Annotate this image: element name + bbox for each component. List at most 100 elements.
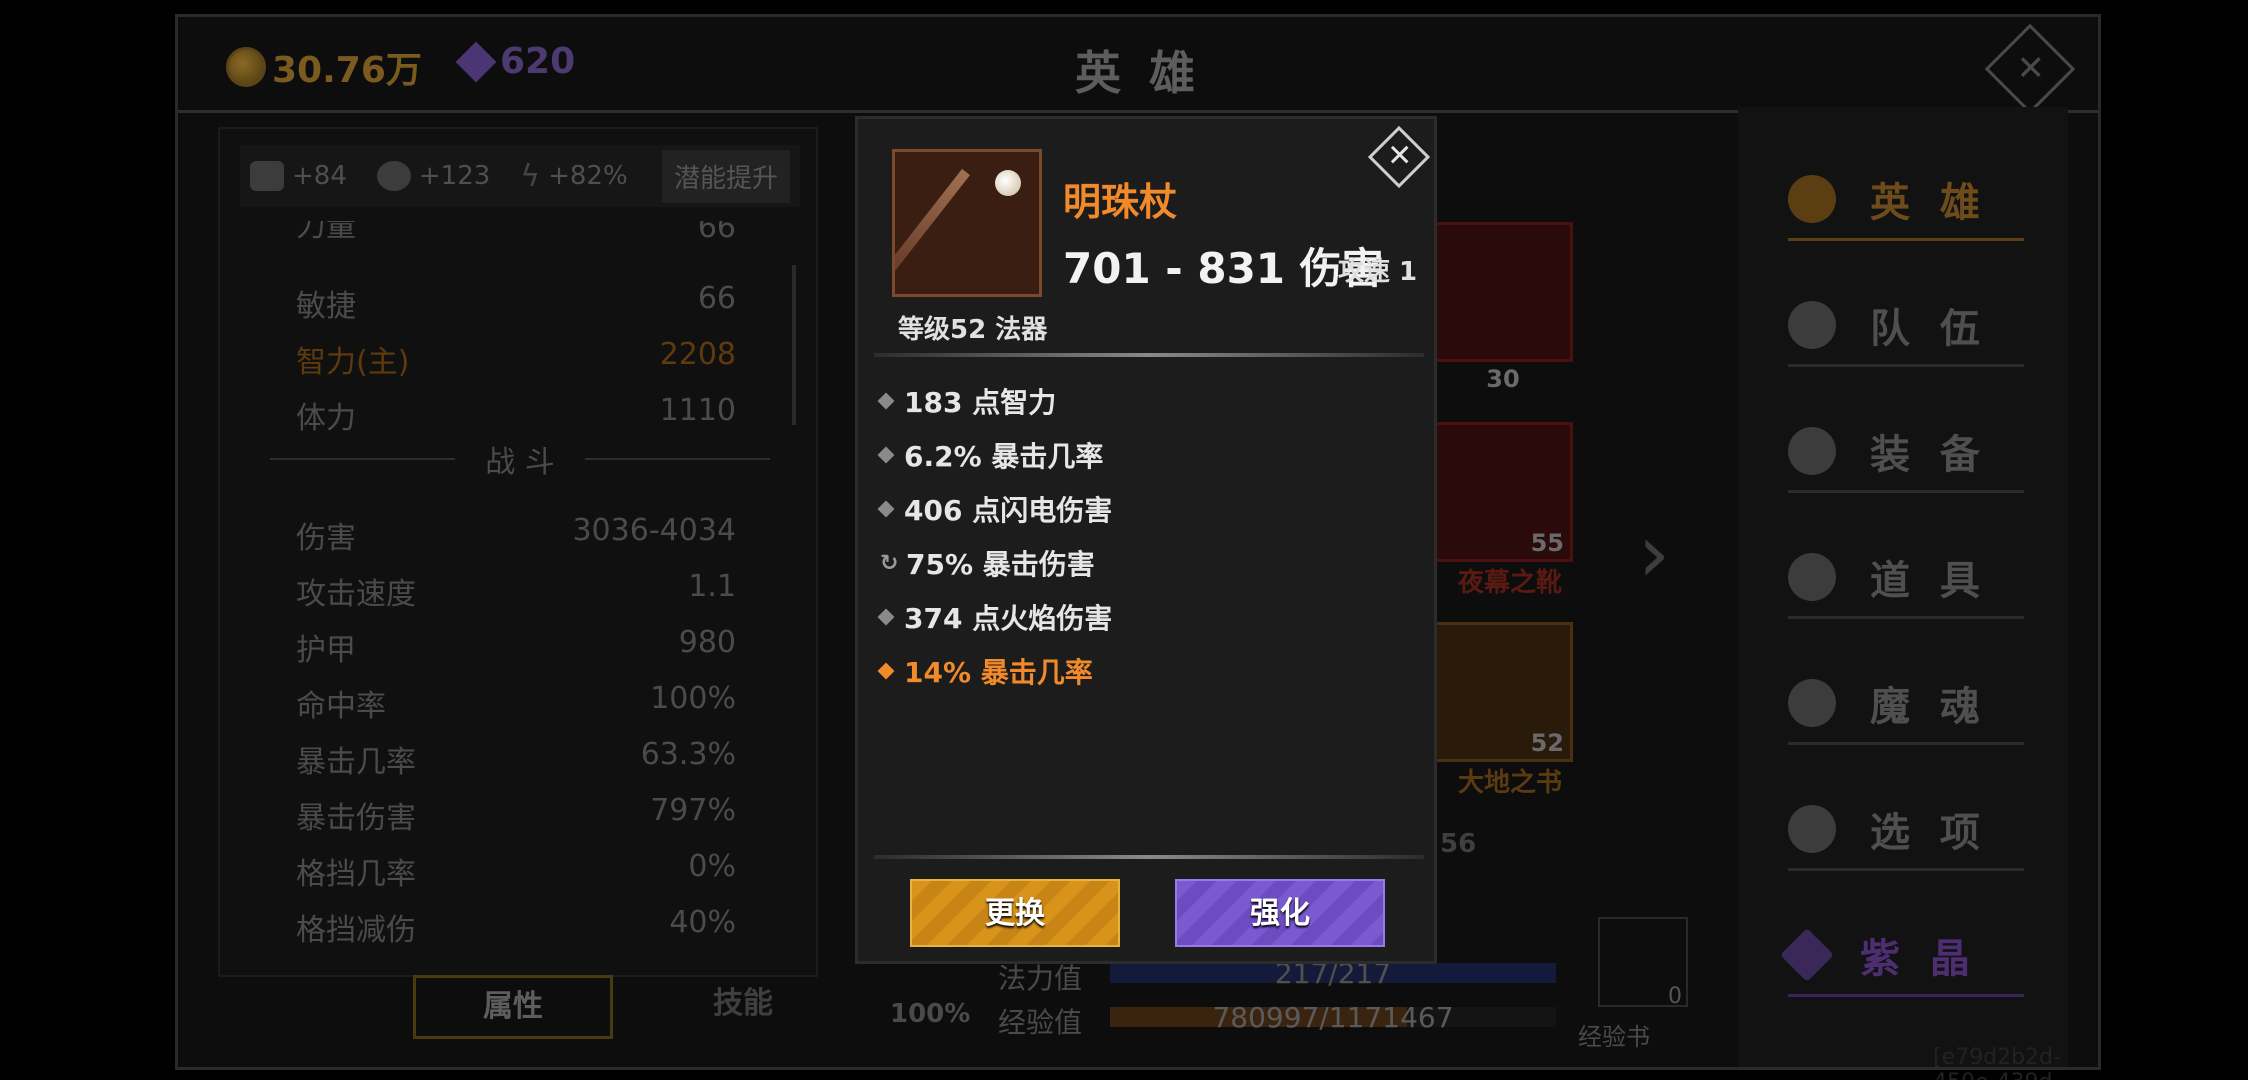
bag-icon xyxy=(1788,553,1836,601)
stat-label: 暴击伤害 xyxy=(296,801,416,836)
strength-arm-icon xyxy=(250,161,284,191)
boots-level: 55 xyxy=(1530,529,1564,557)
stat-value: 66 xyxy=(697,281,736,316)
stat-row-armor: 护甲 980 xyxy=(296,625,736,669)
heart-icon xyxy=(376,161,411,191)
stat-value: 66 xyxy=(697,221,736,245)
stat-value: 63.3% xyxy=(640,737,736,772)
boots-name: 夜幕之靴 xyxy=(1458,568,1563,598)
affix-row: 183 点智力 xyxy=(877,381,1057,421)
nav-label: 队 伍 xyxy=(1870,306,1988,352)
stat-value: 980 xyxy=(678,625,736,660)
gear-icon xyxy=(1788,805,1836,853)
affix-text: 75% 暴击伤害 xyxy=(906,548,1095,581)
swap-button[interactable]: 更换 xyxy=(910,879,1120,947)
boots-slot[interactable]: 55 xyxy=(1433,422,1573,562)
item-level-type: 等级52 法器 xyxy=(898,315,1048,345)
nav-item-amethyst[interactable]: 紫 晶 xyxy=(1780,925,2024,997)
item-attack-speed: 攻速 1 xyxy=(1338,257,1418,287)
speed-bonus: +82% xyxy=(548,161,628,191)
potion-percent: 100% xyxy=(890,999,971,1029)
stat-label: 伤害 xyxy=(296,521,356,556)
flag-icon xyxy=(1788,301,1836,349)
exp-book-slot[interactable]: 0 xyxy=(1598,917,1688,1009)
affix-text: 406 点闪电伤害 xyxy=(904,494,1113,527)
stat-row-block-chance: 格挡几率 0% xyxy=(296,849,736,893)
tab-attributes[interactable]: 属性 xyxy=(413,975,613,1039)
stat-row-damage: 伤害 3036-4034 xyxy=(296,513,736,557)
diamond-bullet-icon xyxy=(877,392,895,410)
book-level: 52 xyxy=(1530,729,1564,757)
flame-icon xyxy=(1788,679,1836,727)
stat-row-agility: 敏捷 66 xyxy=(296,281,736,325)
stat-label: 智力(主) xyxy=(296,345,410,380)
upgrade-button[interactable]: 强化 xyxy=(1175,879,1385,947)
nav-item-options[interactable]: 选 项 xyxy=(1788,799,2024,871)
stat-row-attack-speed: 攻击速度 1.1 xyxy=(296,569,736,613)
section-title: 战 斗 xyxy=(485,445,555,480)
page-title: 英 雄 xyxy=(1074,46,1201,100)
hero-portrait-slot[interactable]: 30 xyxy=(1433,222,1573,393)
reroll-icon: ↻ xyxy=(880,550,899,576)
amethyst-icon xyxy=(1780,928,1834,982)
nav-label: 魔 魂 xyxy=(1870,684,1988,730)
book-name: 大地之书 xyxy=(1458,768,1563,798)
close-icon: ✕ xyxy=(1387,138,1413,174)
stats-panel[interactable]: +84 +123 ϟ +82% 潜能提升 力量 66 敏捷 66 智力(主) 2208 … xyxy=(218,127,818,977)
stat-value: 40% xyxy=(669,905,736,940)
tooltip-close-button[interactable]: ✕ xyxy=(1367,125,1431,189)
tab-skills[interactable]: 技能 xyxy=(653,975,833,1039)
potential-upgrade-button[interactable]: 潜能提升 xyxy=(661,149,790,203)
session-id: [e79d2b2d-450e-439d-ac17] xyxy=(1933,1045,2061,1080)
nav-label: 选 项 xyxy=(1870,810,1988,856)
item-tooltip-modal: 等级52 法器 明珠杖 701 - 831 伤害 攻速 1 ✕ 183 点智力 … xyxy=(855,116,1437,964)
next-arrow-icon[interactable]: › xyxy=(1638,507,1670,600)
stat-row-hit-rate: 命中率 100% xyxy=(296,681,736,725)
stat-label: 暴击几率 xyxy=(296,745,416,780)
stat-row-block-reduction: 格挡减伤 40% xyxy=(296,905,736,949)
affix-text: 14% 暴击几率 xyxy=(904,656,1093,689)
affix-text: 374 点火焰伤害 xyxy=(904,602,1113,635)
affix-row-special: 14% 暴击几率 xyxy=(877,651,1093,691)
stat-row-strength-cut: 力量 66 xyxy=(296,221,736,245)
nav-item-items[interactable]: 道 具 xyxy=(1788,547,2024,619)
nav-label: 紫 晶 xyxy=(1860,936,1978,982)
exp-value: 780997/1171467 xyxy=(1212,1001,1454,1034)
combat-section-header: 战 斗 xyxy=(270,437,771,481)
exp-row: 经验值 780997/1171467 xyxy=(998,1001,1558,1039)
stat-value: 1.1 xyxy=(688,569,736,604)
lightning-icon: ϟ xyxy=(520,158,541,194)
nav-label: 英 雄 xyxy=(1870,180,1988,226)
stat-row-intelligence: 智力(主) 2208 xyxy=(296,337,736,381)
stat-value: 0% xyxy=(688,849,736,884)
diamond-bullet-icon xyxy=(877,662,895,680)
close-icon: ✕ xyxy=(2016,48,2045,89)
staff-icon xyxy=(892,149,1042,297)
stat-row-stamina: 体力 1110 xyxy=(296,393,736,437)
affix-row: 374 点火焰伤害 xyxy=(877,597,1113,637)
stats-scrollbar[interactable] xyxy=(792,265,796,425)
stat-label: 攻击速度 xyxy=(296,577,416,612)
diamond-bullet-icon xyxy=(877,608,895,626)
stat-value: 3036-4034 xyxy=(572,513,736,548)
separator-top xyxy=(874,353,1424,357)
book-slot[interactable]: 52 xyxy=(1433,622,1573,762)
nav-item-team[interactable]: 队 伍 xyxy=(1788,295,2024,367)
separator-bottom xyxy=(874,855,1424,859)
stat-label: 命中率 xyxy=(296,689,386,724)
hero-level: 30 xyxy=(1486,365,1520,393)
diamond-bullet-icon xyxy=(877,446,895,464)
partial-stat-value: 56 xyxy=(1440,829,1477,859)
potential-bonus-bar: +84 +123 ϟ +82% 潜能提升 xyxy=(240,145,800,207)
nav-item-soul[interactable]: 魔 魂 xyxy=(1788,673,2024,745)
affix-text: 183 点智力 xyxy=(904,386,1057,419)
stat-value: 100% xyxy=(650,681,736,716)
stat-value: 1110 xyxy=(659,393,736,428)
stat-row-crit-chance: 暴击几率 63.3% xyxy=(296,737,736,781)
nav-item-equipment[interactable]: 装 备 xyxy=(1788,421,2024,493)
stat-label: 护甲 xyxy=(296,633,356,668)
health-bonus: +123 xyxy=(418,161,491,191)
nav-item-hero[interactable]: 英 雄 xyxy=(1788,169,2024,241)
nav-label: 装 备 xyxy=(1870,432,1988,478)
exp-book-label: 经验书 xyxy=(1578,1023,1650,1051)
